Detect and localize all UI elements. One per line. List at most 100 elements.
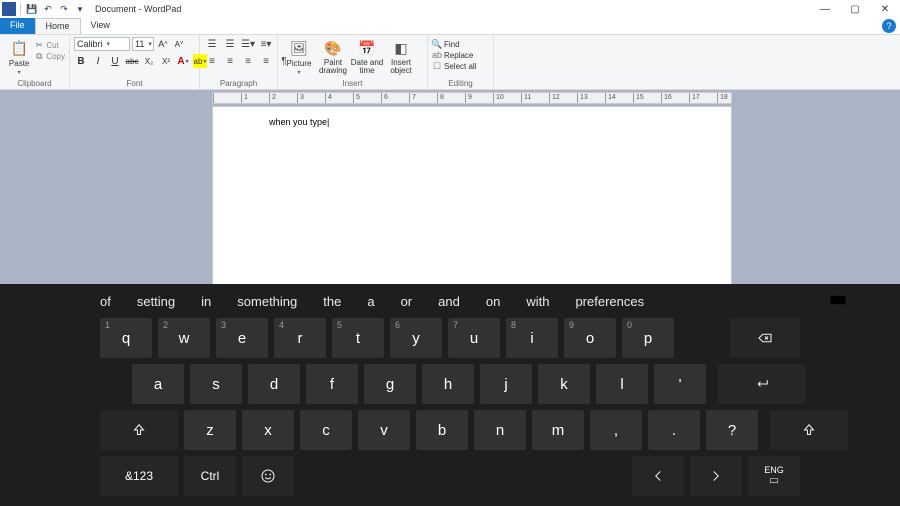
key-enter[interactable] [718,364,806,404]
key-g[interactable]: g [364,364,416,404]
app-icon [2,2,16,16]
cut-button[interactable]: ✂Cut [34,40,65,50]
qat-redo-icon[interactable]: ↷ [57,2,71,16]
suggestion-preferences[interactable]: preferences [575,294,644,309]
find-button[interactable]: 🔍Find [432,39,476,49]
key-x[interactable]: x [242,410,294,450]
grow-font-button[interactable]: A˄ [156,37,170,51]
key-language[interactable]: ENG [748,456,800,496]
copy-button[interactable]: ⧉Copy [34,51,65,61]
keyboard-close-icon[interactable] [866,290,886,310]
font-color-button[interactable]: A [176,54,190,68]
key-n[interactable]: n [474,410,526,450]
key-l[interactable]: l [596,364,648,404]
font-family-combo[interactable]: Calibri▾ [74,37,130,51]
key-m[interactable]: m [532,410,584,450]
qat-undo-icon[interactable]: ↶ [41,2,55,16]
suggestion-in[interactable]: in [201,294,211,309]
select-all-button[interactable]: ☐Select all [432,61,476,71]
key-s[interactable]: s [190,364,242,404]
suggestion-and[interactable]: and [438,294,460,309]
key-left[interactable] [632,456,684,496]
paint-icon: 🎨 [323,38,343,58]
suggestion-the[interactable]: the [323,294,341,309]
line-spacing-button[interactable]: ≡▾ [258,37,274,51]
bullets-button[interactable]: ☰▾ [240,37,256,51]
keyboard-dock-icon[interactable] [828,290,848,310]
key-numsym[interactable]: &123 [100,456,178,496]
qat-save-icon[interactable]: 💾 [25,2,39,16]
font-size-combo[interactable]: 11▾ [132,37,154,51]
paste-button[interactable]: 📋 Paste ▾ [4,37,34,76]
replace-button[interactable]: abReplace [432,50,476,60]
key-shift-right[interactable] [770,410,848,450]
window-maximize-button[interactable]: ▢ [840,0,870,18]
key-f[interactable]: f [306,364,358,404]
suggestion-or[interactable]: or [401,294,413,309]
key-v[interactable]: v [358,410,410,450]
key-comma[interactable]: , [590,410,642,450]
key-i[interactable]: 8i [506,318,558,358]
align-center-button[interactable]: ≡ [222,54,238,68]
insert-object-button[interactable]: ◧Insert object [384,37,418,75]
dec-indent-button[interactable]: ☰ [204,37,220,51]
key-e[interactable]: 3e [216,318,268,358]
group-insert: 🖼Picture▾ 🎨Paint drawing 📅Date and time … [278,35,428,89]
suggestion-setting[interactable]: setting [137,294,175,309]
subscript-button[interactable]: X₂ [142,54,156,68]
suggestion-with[interactable]: with [526,294,549,309]
key-c[interactable]: c [300,410,352,450]
key-r[interactable]: 4r [274,318,326,358]
qat-customize-icon[interactable]: ▾ [73,2,87,16]
key-o[interactable]: 9o [564,318,616,358]
key-right[interactable] [690,456,742,496]
key-t[interactable]: 5t [332,318,384,358]
key-q[interactable]: 1q [100,318,152,358]
key-backspace[interactable] [730,318,800,358]
bold-button[interactable]: B [74,54,88,68]
key-b[interactable]: b [416,410,468,450]
group-editing-label: Editing [432,79,489,89]
key-ctrl[interactable]: Ctrl [184,456,236,496]
tab-file[interactable]: File [0,18,35,34]
window-close-button[interactable]: ✕ [870,0,900,18]
key-y[interactable]: 6y [390,318,442,358]
key-apostrophe[interactable]: ' [654,364,706,404]
align-right-button[interactable]: ≡ [240,54,256,68]
key-p[interactable]: 0p [622,318,674,358]
help-button[interactable]: ? [882,19,896,33]
key-a[interactable]: a [132,364,184,404]
align-justify-button[interactable]: ≡ [258,54,274,68]
insert-datetime-button[interactable]: 📅Date and time [350,37,384,75]
key-d[interactable]: d [248,364,300,404]
key-u[interactable]: 7u [448,318,500,358]
key-question[interactable]: ? [706,410,758,450]
underline-button[interactable]: U [108,54,122,68]
object-icon: ◧ [391,38,411,58]
align-left-button[interactable]: ≡ [204,54,220,68]
suggestion-something[interactable]: something [237,294,297,309]
suggestion-on[interactable]: on [486,294,500,309]
key-k[interactable]: k [538,364,590,404]
insert-picture-button[interactable]: 🖼Picture▾ [282,37,316,76]
key-shift[interactable] [100,410,178,450]
suggestion-a[interactable]: a [367,294,374,309]
horizontal-ruler[interactable]: 123456789101112131415161718 [212,92,732,104]
window-minimize-button[interactable]: — [810,0,840,18]
key-period[interactable]: . [648,410,700,450]
key-emoji[interactable] [242,456,294,496]
insert-paint-button[interactable]: 🎨Paint drawing [316,37,350,75]
italic-button[interactable]: I [91,54,105,68]
tab-home[interactable]: Home [35,18,81,34]
strike-button[interactable]: abc [125,54,139,68]
key-j[interactable]: j [480,364,532,404]
key-w[interactable]: 2w [158,318,210,358]
inc-indent-button[interactable]: ☰ [222,37,238,51]
key-z[interactable]: z [184,410,236,450]
tab-view[interactable]: View [81,18,120,34]
key-h[interactable]: h [422,364,474,404]
superscript-button[interactable]: X² [159,54,173,68]
shrink-font-button[interactable]: A˅ [172,37,186,51]
copy-icon: ⧉ [34,51,44,61]
suggestion-of[interactable]: of [100,294,111,309]
